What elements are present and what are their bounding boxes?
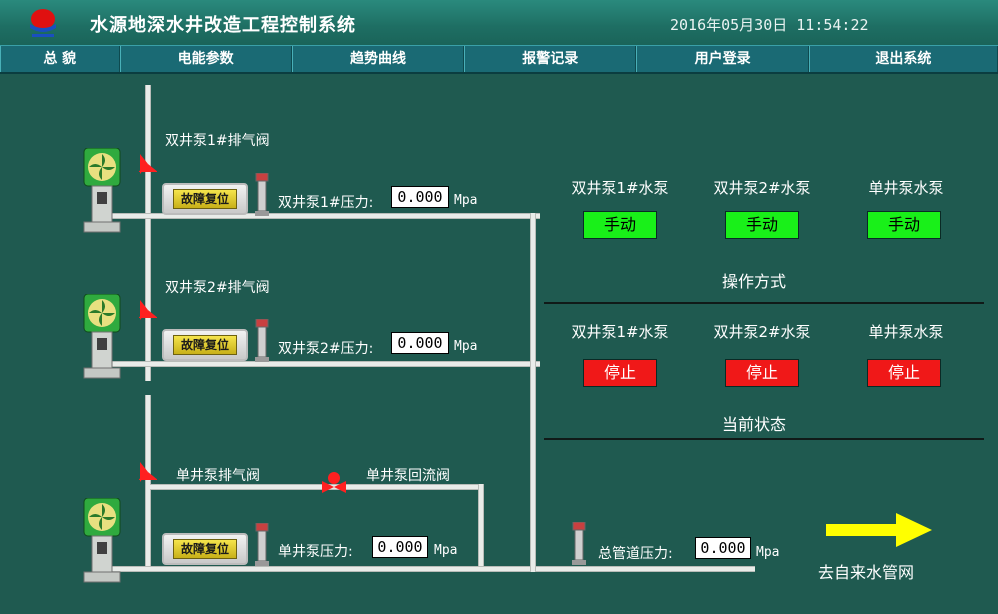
pump3-pressure-gauge-icon [255,523,269,566]
pump1-fault-reset-button[interactable]: 故障复位 [162,183,248,215]
datetime-display: 2016年05月30日 11:54:22 [670,16,869,34]
op-mode-title-1: 双井泵1#水泵 [571,179,669,197]
return-line-down-pipe [478,484,484,570]
menu-alarm-log[interactable]: 报警记录 [464,46,637,72]
status-indicator-1: 停止 [583,359,657,387]
main-collector-pipe [530,213,536,572]
pump2-vent-label: 双井泵2#排气阀 [165,280,270,296]
return-valve-icon[interactable] [320,472,348,496]
pump3-outlet-pipe [110,566,755,572]
menu-overview[interactable]: 总 貌 [0,46,120,72]
pump3-vent-valve-icon[interactable] [139,459,157,485]
status-title-2: 双井泵2#水泵 [713,323,811,341]
pump2-motor-icon [83,294,121,379]
main-pressure-unit: Mpa [756,545,780,560]
menu-exit-system[interactable]: 退出系统 [808,46,998,72]
op-mode-button-3[interactable]: 手动 [867,211,941,239]
main-pressure-label: 总管道压力: [598,546,673,562]
panel-divider-1 [544,302,984,304]
menu-trend-curve[interactable]: 趋势曲线 [291,46,465,72]
pump2-pressure-label: 双井泵2#压力: [278,341,374,357]
status-indicator-2: 停止 [725,359,799,387]
pump2-fault-reset-button[interactable]: 故障复位 [162,329,248,361]
op-mode-title-2: 双井泵2#水泵 [713,179,811,197]
pump1-pressure-gauge-icon [255,173,269,216]
op-mode-button-2[interactable]: 手动 [725,211,799,239]
pump3-pressure-label: 单井泵压力: [278,544,353,560]
scada-window: 水源地深水井改造工程控制系统 2016年05月30日 11:54:22 总 貌 … [0,0,998,614]
status-indicator-3: 停止 [867,359,941,387]
status-caption: 当前状态 [722,415,787,434]
pump2-pressure-gauge-icon [255,319,269,362]
pump1-vent-label: 双井泵1#排气阀 [165,133,270,149]
pump1-pressure-value: 0.000 [391,186,449,208]
flow-arrow-icon [826,513,932,547]
op-mode-title-3: 单井泵水泵 [868,179,944,197]
title-bar: 水源地深水井改造工程控制系统 2016年05月30日 11:54:22 [0,0,998,46]
pump3-pressure-unit: Mpa [434,543,458,558]
panel-divider-2 [544,438,984,440]
pump3-fault-reset-button[interactable]: 故障复位 [162,533,248,565]
pump1-vent-valve-icon[interactable] [139,151,157,177]
app-title: 水源地深水井改造工程控制系统 [90,15,356,36]
pump3-motor-icon [83,498,121,583]
return-valve-label: 单井泵回流阀 [366,468,450,484]
pump3-pressure-value: 0.000 [372,536,428,558]
destination-label: 去自来水管网 [818,563,915,582]
menu-power-params[interactable]: 电能参数 [119,46,292,72]
main-menu: 总 貌 电能参数 趋势曲线 报警记录 用户登录 退出系统 [0,45,998,74]
pump1-motor-icon [83,148,121,233]
company-logo [30,9,56,37]
pump1-pressure-unit: Mpa [454,193,478,208]
process-diagram: 双井泵1#排气阀 故障复位 双井泵1#压力: 0.000 Mpa 双井泵2#排气… [0,73,998,614]
main-pressure-value: 0.000 [695,537,751,559]
op-mode-button-1[interactable]: 手动 [583,211,657,239]
status-title-1: 双井泵1#水泵 [571,323,669,341]
op-mode-caption: 操作方式 [722,272,787,291]
pump2-pressure-unit: Mpa [454,339,478,354]
pump2-vent-valve-icon[interactable] [139,297,157,323]
pump2-pressure-value: 0.000 [391,332,449,354]
main-pressure-gauge-icon [572,522,586,565]
pump2-outlet-pipe [110,361,540,367]
pump3-vent-label: 单井泵排气阀 [176,468,260,484]
menu-user-login[interactable]: 用户登录 [636,46,809,72]
status-title-3: 单井泵水泵 [868,323,944,341]
pump1-pressure-label: 双井泵1#压力: [278,195,374,211]
